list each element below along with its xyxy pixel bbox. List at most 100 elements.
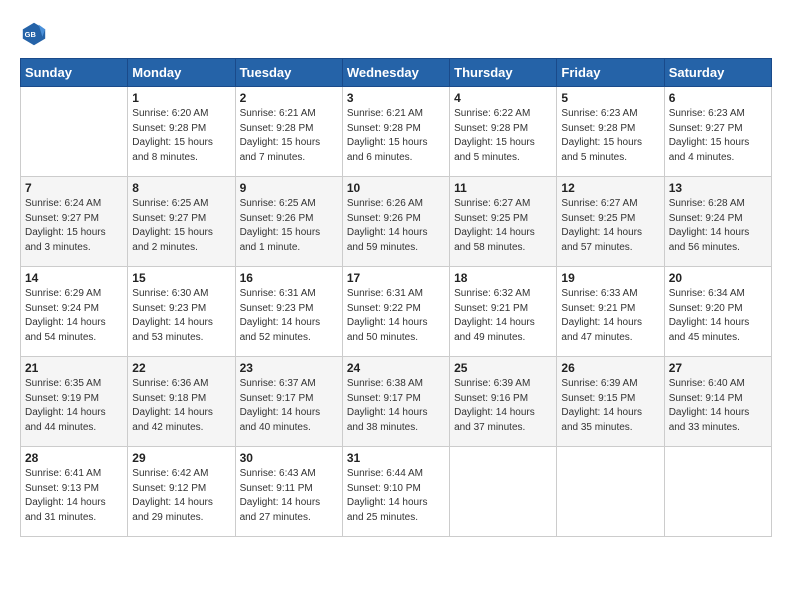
day-header-friday: Friday	[557, 59, 664, 87]
day-header-saturday: Saturday	[664, 59, 771, 87]
calendar-cell	[557, 447, 664, 537]
calendar-cell: 9Sunrise: 6:25 AM Sunset: 9:26 PM Daylig…	[235, 177, 342, 267]
day-number: 30	[240, 451, 338, 465]
calendar-cell: 5 Sunrise: 6:23 AM Sunset: 9:28 PM Daylig…	[557, 87, 664, 177]
day-number: 8	[132, 181, 230, 195]
calendar-cell: 28Sunrise: 6:41 AM Sunset: 9:13 PM Dayli…	[21, 447, 128, 537]
cell-content: Sunrise: 6:34 AM Sunset: 9:20 PM Dayligh…	[669, 287, 767, 345]
cell-content: Sunrise: 6:31 AM Sunset: 9:22 PM Dayligh…	[347, 287, 445, 345]
calendar-cell: 1 Sunrise: 6:20 AM Sunset: 9:28 PM Daylig…	[128, 87, 235, 177]
cell-content: Sunrise: 6:41 AM Sunset: 9:13 PM Dayligh…	[25, 467, 123, 525]
day-header-sunday: Sunday	[21, 59, 128, 87]
cell-content: Sunrise: 6:26 AM Sunset: 9:26 PM Dayligh…	[347, 197, 445, 255]
day-number: 15	[132, 271, 230, 285]
cell-content: Sunrise: 6:28 AM Sunset: 9:24 PM Dayligh…	[669, 197, 767, 255]
calendar-cell: 19 Sunrise: 6:33 AM Sunset: 9:21 PM Dayli…	[557, 267, 664, 357]
calendar-cell: 21 Sunrise: 6:35 AM Sunset: 9:19 PM Dayli…	[21, 357, 128, 447]
day-number: 27	[669, 361, 767, 375]
logo: GB	[20, 20, 52, 48]
calendar-cell: 23Sunrise: 6:37 AM Sunset: 9:17 PM Dayli…	[235, 357, 342, 447]
logo-icon: GB	[20, 20, 48, 48]
day-header-thursday: Thursday	[450, 59, 557, 87]
cell-content: Sunrise: 6:25 AM Sunset: 9:27 PM Dayligh…	[132, 197, 230, 255]
day-number: 10	[347, 181, 445, 195]
calendar-cell: 26 Sunrise: 6:39 AM Sunset: 9:15 PM Dayli…	[557, 357, 664, 447]
day-number: 23	[240, 361, 338, 375]
cell-content: Sunrise: 6:24 AM Sunset: 9:27 PM Dayligh…	[25, 197, 123, 255]
cell-content: Sunrise: 6:33 AM Sunset: 9:21 PM Dayligh…	[561, 287, 659, 345]
day-number: 31	[347, 451, 445, 465]
calendar-table: SundayMondayTuesdayWednesdayThursdayFrid…	[20, 58, 772, 537]
calendar-cell: 16Sunrise: 6:31 AM Sunset: 9:23 PM Dayli…	[235, 267, 342, 357]
calendar-cell: 22 Sunrise: 6:36 AM Sunset: 9:18 PM Dayli…	[128, 357, 235, 447]
day-number: 6	[669, 91, 767, 105]
page-header: GB	[20, 20, 772, 48]
calendar-cell: 3 Sunrise: 6:21 AM Sunset: 9:28 PM Daylig…	[342, 87, 449, 177]
calendar-cell: 6 Sunrise: 6:23 AM Sunset: 9:27 PM Daylig…	[664, 87, 771, 177]
day-number: 1	[132, 91, 230, 105]
day-header-wednesday: Wednesday	[342, 59, 449, 87]
day-number: 22	[132, 361, 230, 375]
cell-content: Sunrise: 6:44 AM Sunset: 9:10 PM Dayligh…	[347, 467, 445, 525]
cell-content: Sunrise: 6:29 AM Sunset: 9:24 PM Dayligh…	[25, 287, 123, 345]
cell-content: Sunrise: 6:27 AM Sunset: 9:25 PM Dayligh…	[561, 197, 659, 255]
calendar-cell: 11 Sunrise: 6:27 AM Sunset: 9:25 PM Dayli…	[450, 177, 557, 267]
week-row-1: 1 Sunrise: 6:20 AM Sunset: 9:28 PM Daylig…	[21, 87, 772, 177]
cell-content: Sunrise: 6:30 AM Sunset: 9:23 PM Dayligh…	[132, 287, 230, 345]
calendar-cell: 25 Sunrise: 6:39 AM Sunset: 9:16 PM Dayli…	[450, 357, 557, 447]
calendar-cell: 12 Sunrise: 6:27 AM Sunset: 9:25 PM Dayli…	[557, 177, 664, 267]
calendar-cell: 18 Sunrise: 6:32 AM Sunset: 9:21 PM Dayli…	[450, 267, 557, 357]
calendar-cell: 8 Sunrise: 6:25 AM Sunset: 9:27 PM Daylig…	[128, 177, 235, 267]
day-number: 14	[25, 271, 123, 285]
cell-content: Sunrise: 6:42 AM Sunset: 9:12 PM Dayligh…	[132, 467, 230, 525]
calendar-cell: 2 Sunrise: 6:21 AM Sunset: 9:28 PM Daylig…	[235, 87, 342, 177]
cell-content: Sunrise: 6:36 AM Sunset: 9:18 PM Dayligh…	[132, 377, 230, 435]
calendar-cell: 29 Sunrise: 6:42 AM Sunset: 9:12 PM Dayli…	[128, 447, 235, 537]
week-row-3: 14 Sunrise: 6:29 AM Sunset: 9:24 PM Dayli…	[21, 267, 772, 357]
day-number: 3	[347, 91, 445, 105]
day-number: 21	[25, 361, 123, 375]
day-number: 9	[240, 181, 338, 195]
calendar-cell: 13Sunrise: 6:28 AM Sunset: 9:24 PM Dayli…	[664, 177, 771, 267]
cell-content: Sunrise: 6:23 AM Sunset: 9:27 PM Dayligh…	[669, 107, 767, 165]
day-number: 5	[561, 91, 659, 105]
calendar-cell	[21, 87, 128, 177]
cell-content: Sunrise: 6:39 AM Sunset: 9:15 PM Dayligh…	[561, 377, 659, 435]
calendar-cell	[450, 447, 557, 537]
calendar-cell: 17 Sunrise: 6:31 AM Sunset: 9:22 PM Dayli…	[342, 267, 449, 357]
day-number: 19	[561, 271, 659, 285]
day-number: 12	[561, 181, 659, 195]
calendar-cell: 20 Sunrise: 6:34 AM Sunset: 9:20 PM Dayli…	[664, 267, 771, 357]
cell-content: Sunrise: 6:32 AM Sunset: 9:21 PM Dayligh…	[454, 287, 552, 345]
week-row-4: 21 Sunrise: 6:35 AM Sunset: 9:19 PM Dayli…	[21, 357, 772, 447]
day-number: 7	[25, 181, 123, 195]
cell-content: Sunrise: 6:21 AM Sunset: 9:28 PM Dayligh…	[347, 107, 445, 165]
day-number: 17	[347, 271, 445, 285]
day-number: 29	[132, 451, 230, 465]
calendar-cell: 15 Sunrise: 6:30 AM Sunset: 9:23 PM Dayli…	[128, 267, 235, 357]
calendar-cell: 7 Sunrise: 6:24 AM Sunset: 9:27 PM Daylig…	[21, 177, 128, 267]
day-number: 26	[561, 361, 659, 375]
cell-content: Sunrise: 6:21 AM Sunset: 9:28 PM Dayligh…	[240, 107, 338, 165]
day-number: 2	[240, 91, 338, 105]
cell-content: Sunrise: 6:23 AM Sunset: 9:28 PM Dayligh…	[561, 107, 659, 165]
calendar-cell	[664, 447, 771, 537]
cell-content: Sunrise: 6:27 AM Sunset: 9:25 PM Dayligh…	[454, 197, 552, 255]
svg-text:GB: GB	[25, 30, 37, 39]
cell-content: Sunrise: 6:22 AM Sunset: 9:28 PM Dayligh…	[454, 107, 552, 165]
cell-content: Sunrise: 6:39 AM Sunset: 9:16 PM Dayligh…	[454, 377, 552, 435]
day-number: 11	[454, 181, 552, 195]
day-number: 25	[454, 361, 552, 375]
cell-content: Sunrise: 6:20 AM Sunset: 9:28 PM Dayligh…	[132, 107, 230, 165]
cell-content: Sunrise: 6:35 AM Sunset: 9:19 PM Dayligh…	[25, 377, 123, 435]
calendar-cell: 30 Sunrise: 6:43 AM Sunset: 9:11 PM Dayli…	[235, 447, 342, 537]
week-row-2: 7 Sunrise: 6:24 AM Sunset: 9:27 PM Daylig…	[21, 177, 772, 267]
cell-content: Sunrise: 6:31 AM Sunset: 9:23 PM Dayligh…	[240, 287, 338, 345]
calendar-cell: 4Sunrise: 6:22 AM Sunset: 9:28 PM Daylig…	[450, 87, 557, 177]
day-number: 18	[454, 271, 552, 285]
cell-content: Sunrise: 6:43 AM Sunset: 9:11 PM Dayligh…	[240, 467, 338, 525]
day-number: 24	[347, 361, 445, 375]
day-header-tuesday: Tuesday	[235, 59, 342, 87]
day-number: 20	[669, 271, 767, 285]
week-row-5: 28Sunrise: 6:41 AM Sunset: 9:13 PM Dayli…	[21, 447, 772, 537]
